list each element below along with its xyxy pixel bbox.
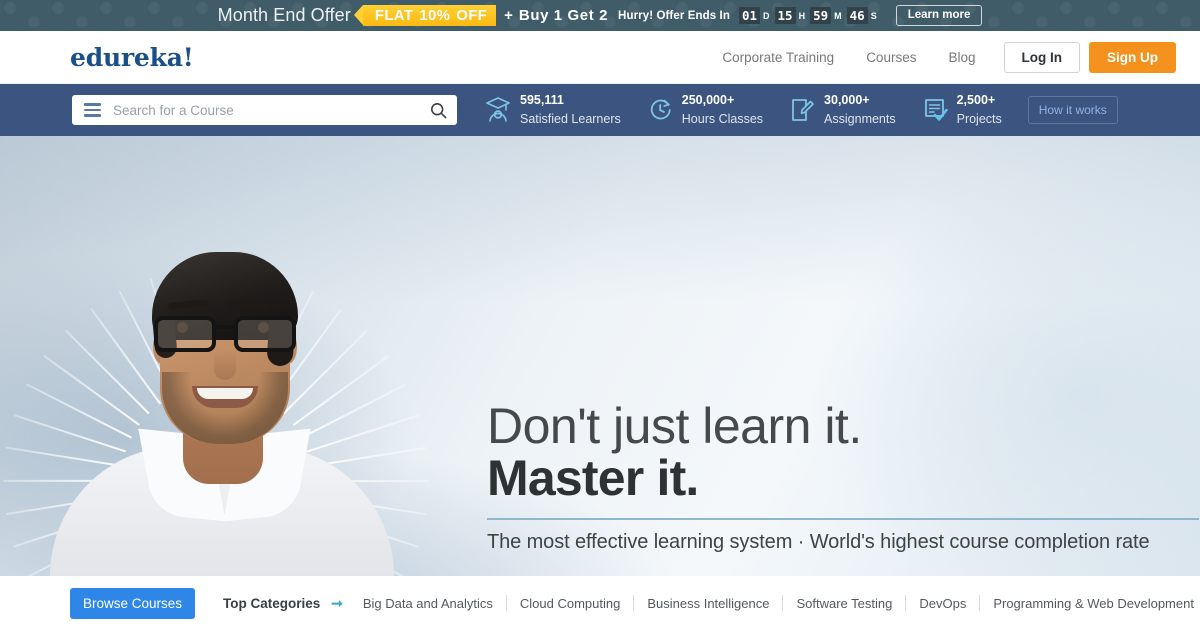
hero-headline-line2: Master it. (487, 450, 699, 506)
search-stats-bar: 595,111 Satisfied Learners 250,000+ Hour… (0, 84, 1200, 136)
countdown-days-unit: D (763, 10, 770, 21)
search-icon[interactable] (430, 102, 447, 119)
stat-number: 2,500+ (956, 93, 996, 108)
hero-divider (487, 518, 1199, 520)
discount-tag: FLAT 10% OFF (353, 5, 497, 26)
eyeglasses (148, 312, 304, 352)
browse-courses-button[interactable]: Browse Courses (70, 587, 196, 619)
hurry-text: Hurry! Offer Ends In (618, 9, 730, 22)
clock-icon (647, 96, 673, 124)
stat-label: Satisfied Learners (520, 112, 621, 126)
search-input[interactable] (113, 102, 430, 118)
category-cloud-computing[interactable]: Cloud Computing (507, 596, 633, 611)
off-label: OFF (456, 7, 488, 24)
stat-assignments: 30,000+ Assignments (789, 91, 896, 129)
glasses-bridge (216, 325, 236, 329)
hero-headline-line1: Don't just learn it. (487, 398, 862, 454)
hero-subline: The most effective learning system · Wor… (487, 530, 1150, 553)
countdown-seconds-unit: S (870, 10, 877, 21)
log-in-button[interactable]: Log In (1003, 41, 1080, 73)
stat-number: 595,111 (520, 93, 564, 108)
countdown-days: 01 (738, 7, 761, 24)
category-programming-and-web-development[interactable]: Programming & Web Development (980, 596, 1200, 611)
stat-text: 250,000+ Hours Classes (682, 91, 763, 129)
how-it-works-button[interactable]: How it works (1027, 96, 1118, 124)
countdown-minutes: 59 (810, 7, 832, 24)
plus-sign: + (504, 7, 513, 24)
countdown-hours-unit: H (798, 10, 806, 21)
hero-person-photo (42, 136, 402, 576)
countdown-minutes-unit: M (834, 10, 842, 21)
flat-label: FLAT (374, 7, 414, 24)
category-devops[interactable]: DevOps (906, 596, 979, 611)
stat-text: 595,111 Satisfied Learners (520, 91, 621, 129)
sign-up-button[interactable]: Sign Up (1089, 41, 1176, 73)
hero-banner: Don't just learn it. Master it. The most… (0, 136, 1200, 576)
promo-learn-more-button[interactable]: Learn more (895, 5, 983, 26)
nav-courses[interactable]: Courses (850, 50, 932, 65)
category-list: Big Data and Analytics Cloud Computing B… (350, 595, 1200, 611)
stat-projects: 2,500+ Projects (922, 91, 1002, 129)
stat-number: 30,000+ (824, 93, 870, 108)
main-navigation: Corporate Training Courses Blog Log In S… (706, 41, 1176, 73)
edureka-logo[interactable]: edureka! (70, 43, 194, 72)
site-header: edureka! Corporate Training Courses Blog… (0, 31, 1200, 84)
top-categories-label: Top Categories ➞ (223, 595, 350, 612)
lens-right (234, 316, 296, 352)
category-bar: Browse Courses Top Categories ➞ Big Data… (0, 576, 1200, 630)
nav-corporate-training[interactable]: Corporate Training (706, 50, 850, 65)
discount-percent: 10% (419, 7, 451, 24)
countdown-seconds: 46 (846, 7, 868, 24)
category-big-data-and-analytics[interactable]: Big Data and Analytics (350, 596, 506, 611)
nav-blog[interactable]: Blog (932, 50, 991, 65)
promo-title: Month End Offer (217, 5, 351, 25)
stat-satisfied-learners: 595,111 Satisfied Learners (485, 91, 621, 129)
stat-hours-classes: 250,000+ Hours Classes (647, 91, 763, 129)
stat-text: 30,000+ Assignments (824, 91, 896, 129)
hero-copy: Don't just learn it. Master it. The most… (487, 398, 1199, 554)
promo-banner-content: Month End Offer FLAT 10% OFF + Buy 1 Get… (218, 5, 983, 26)
pencil-document-icon (789, 96, 815, 124)
statistics-group: 595,111 Satisfied Learners 250,000+ Hour… (485, 91, 1118, 129)
countdown-hours: 15 (774, 7, 796, 24)
hamburger-menu-icon[interactable] (84, 103, 101, 117)
course-search-box[interactable] (72, 95, 457, 125)
stat-label: Assignments (824, 112, 896, 126)
top-categories-text: Top Categories (223, 595, 321, 611)
promo-banner: Month End Offer FLAT 10% OFF + Buy 1 Get… (0, 0, 1200, 31)
page-root: Month End Offer FLAT 10% OFF + Buy 1 Get… (0, 0, 1200, 630)
countdown-timer: 01 D 15 H 59 M 46 S (738, 7, 880, 24)
category-business-intelligence[interactable]: Business Intelligence (634, 596, 782, 611)
checklist-icon (922, 96, 948, 124)
teeth (197, 388, 253, 399)
arrow-right-icon: ➞ (331, 594, 343, 611)
stat-label: Hours Classes (681, 112, 764, 126)
buy-get-offer: Buy 1 Get 2 (518, 7, 609, 24)
stat-label: Projects (956, 112, 1002, 126)
lens-left (154, 316, 216, 352)
stat-number: 250,000+ (681, 93, 735, 108)
nose (214, 350, 236, 380)
graduate-cap-icon (485, 96, 511, 124)
stat-text: 2,500+ Projects (957, 91, 1002, 129)
category-software-testing[interactable]: Software Testing (783, 596, 905, 611)
